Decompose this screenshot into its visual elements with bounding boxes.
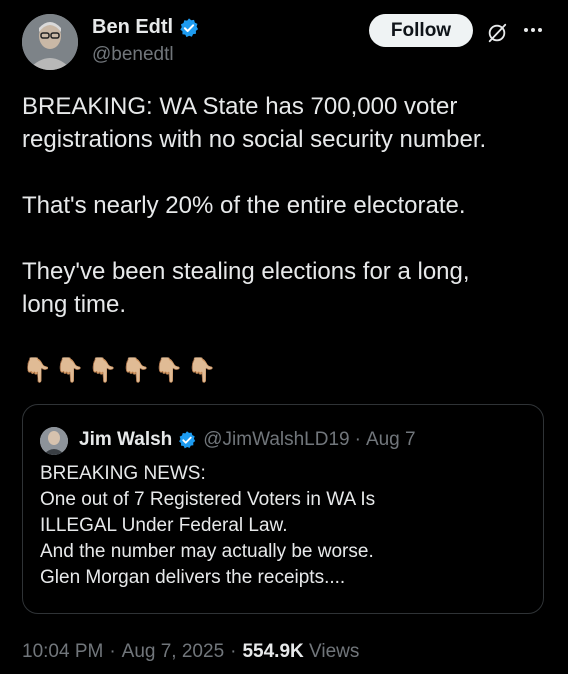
tweet-time[interactable]: 10:04 PM — [22, 641, 103, 662]
grok-icon[interactable] — [486, 22, 508, 44]
tweet-text: BREAKING: WA State has 700,000 voter reg… — [22, 93, 487, 318]
pointing-down-emoji: 👇🏼 — [87, 357, 118, 384]
separator-dot: · — [354, 429, 361, 450]
quoted-tweet-card[interactable]: Jim Walsh @JimWalshLD19 · Aug 7 BREAKING… — [22, 404, 544, 614]
pointing-down-emoji: 👇🏼 — [120, 357, 151, 384]
pointing-down-emoji: 👇🏼 — [153, 357, 184, 384]
author-name-row[interactable]: Ben Edtl — [92, 16, 200, 39]
quoted-tweet-text: BREAKING NEWS: One out of 7 Registered V… — [40, 463, 376, 588]
quoted-tweet-header: Jim Walsh @JimWalshLD19 · Aug 7 — [79, 429, 416, 451]
tweet-date[interactable]: Aug 7, 2025 — [122, 641, 224, 662]
views-count: 554.9K — [242, 641, 304, 662]
quoted-author-handle[interactable]: @JimWalshLD19 — [203, 429, 349, 451]
quoted-author-name[interactable]: Jim Walsh — [79, 429, 172, 451]
emoji-row: 👇🏼 👇🏼 👇🏼 👇🏼 👇🏼 👇🏼 — [22, 356, 216, 386]
tweet-meta: 10:04 PM · Aug 7, 2025 · 554.9K Views — [22, 641, 359, 663]
pointing-down-emoji: 👇🏼 — [54, 357, 85, 384]
author-handle[interactable]: @benedtl — [92, 44, 174, 66]
pointing-down-emoji: 👇🏼 — [22, 357, 52, 384]
separator-dot: · — [109, 641, 116, 662]
author-name[interactable]: Ben Edtl — [92, 16, 173, 39]
author-avatar[interactable] — [22, 14, 78, 70]
pointing-down-emoji: 👇🏼 — [186, 357, 217, 384]
verified-badge-icon — [180, 17, 199, 37]
more-options-icon[interactable] — [519, 19, 547, 41]
separator-dot: · — [230, 641, 237, 662]
views-label: Views — [309, 641, 360, 662]
follow-button[interactable]: Follow — [369, 14, 473, 47]
quoted-author-avatar[interactable] — [40, 427, 68, 455]
verified-badge-icon — [179, 431, 196, 449]
quoted-tweet-date[interactable]: Aug 7 — [366, 429, 416, 451]
